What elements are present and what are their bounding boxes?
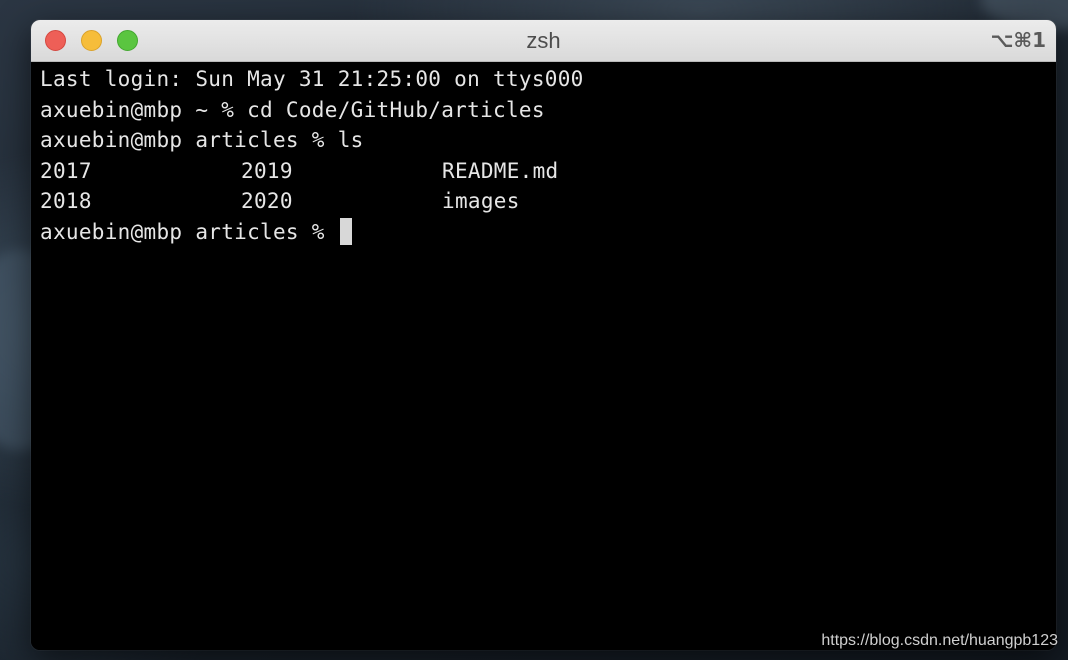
window-titlebar[interactable]: zsh ⌥⌘1: [31, 20, 1056, 62]
window-title: zsh: [526, 28, 561, 53]
ls-entry: README.md: [442, 158, 559, 183]
shell-prompt: axuebin@mbp articles %: [40, 219, 338, 244]
text-cursor: [339, 217, 352, 245]
current-prompt-line[interactable]: axuebin@mbp articles %: [40, 217, 1056, 248]
watermark-url: https://blog.csdn.net/huangpb123: [821, 632, 1058, 649]
shell-prompt: axuebin@mbp articles %: [40, 128, 338, 153]
command-line: axuebin@mbp ~ % cd Code/GitHub/articles: [40, 95, 1056, 126]
shell-prompt: axuebin@mbp ~ %: [40, 97, 248, 122]
ls-output-row: 2017 2019 README.md: [40, 156, 1056, 187]
ls-entry: images: [442, 189, 520, 214]
ls-entry: 2018: [40, 189, 92, 214]
ls-entry: 2020: [241, 189, 293, 214]
terminal-content[interactable]: Last login: Sun May 31 21:25:00 on ttys0…: [31, 62, 1056, 650]
last-login-line: Last login: Sun May 31 21:25:00 on ttys0…: [40, 67, 584, 91]
terminal-window: zsh ⌥⌘1 Last login: Sun May 31 21:25:00 …: [31, 20, 1056, 650]
command-text: ls: [337, 128, 364, 153]
command-line: axuebin@mbp articles % ls: [40, 125, 1056, 156]
command-text: cd Code/GitHub/articles: [247, 97, 545, 122]
ls-entry: 2019: [241, 158, 293, 183]
window-shortcut-label: ⌥⌘1: [990, 28, 1046, 52]
ls-entry: 2017: [40, 158, 92, 183]
ls-output-row: 2018 2020 images: [40, 186, 1056, 217]
